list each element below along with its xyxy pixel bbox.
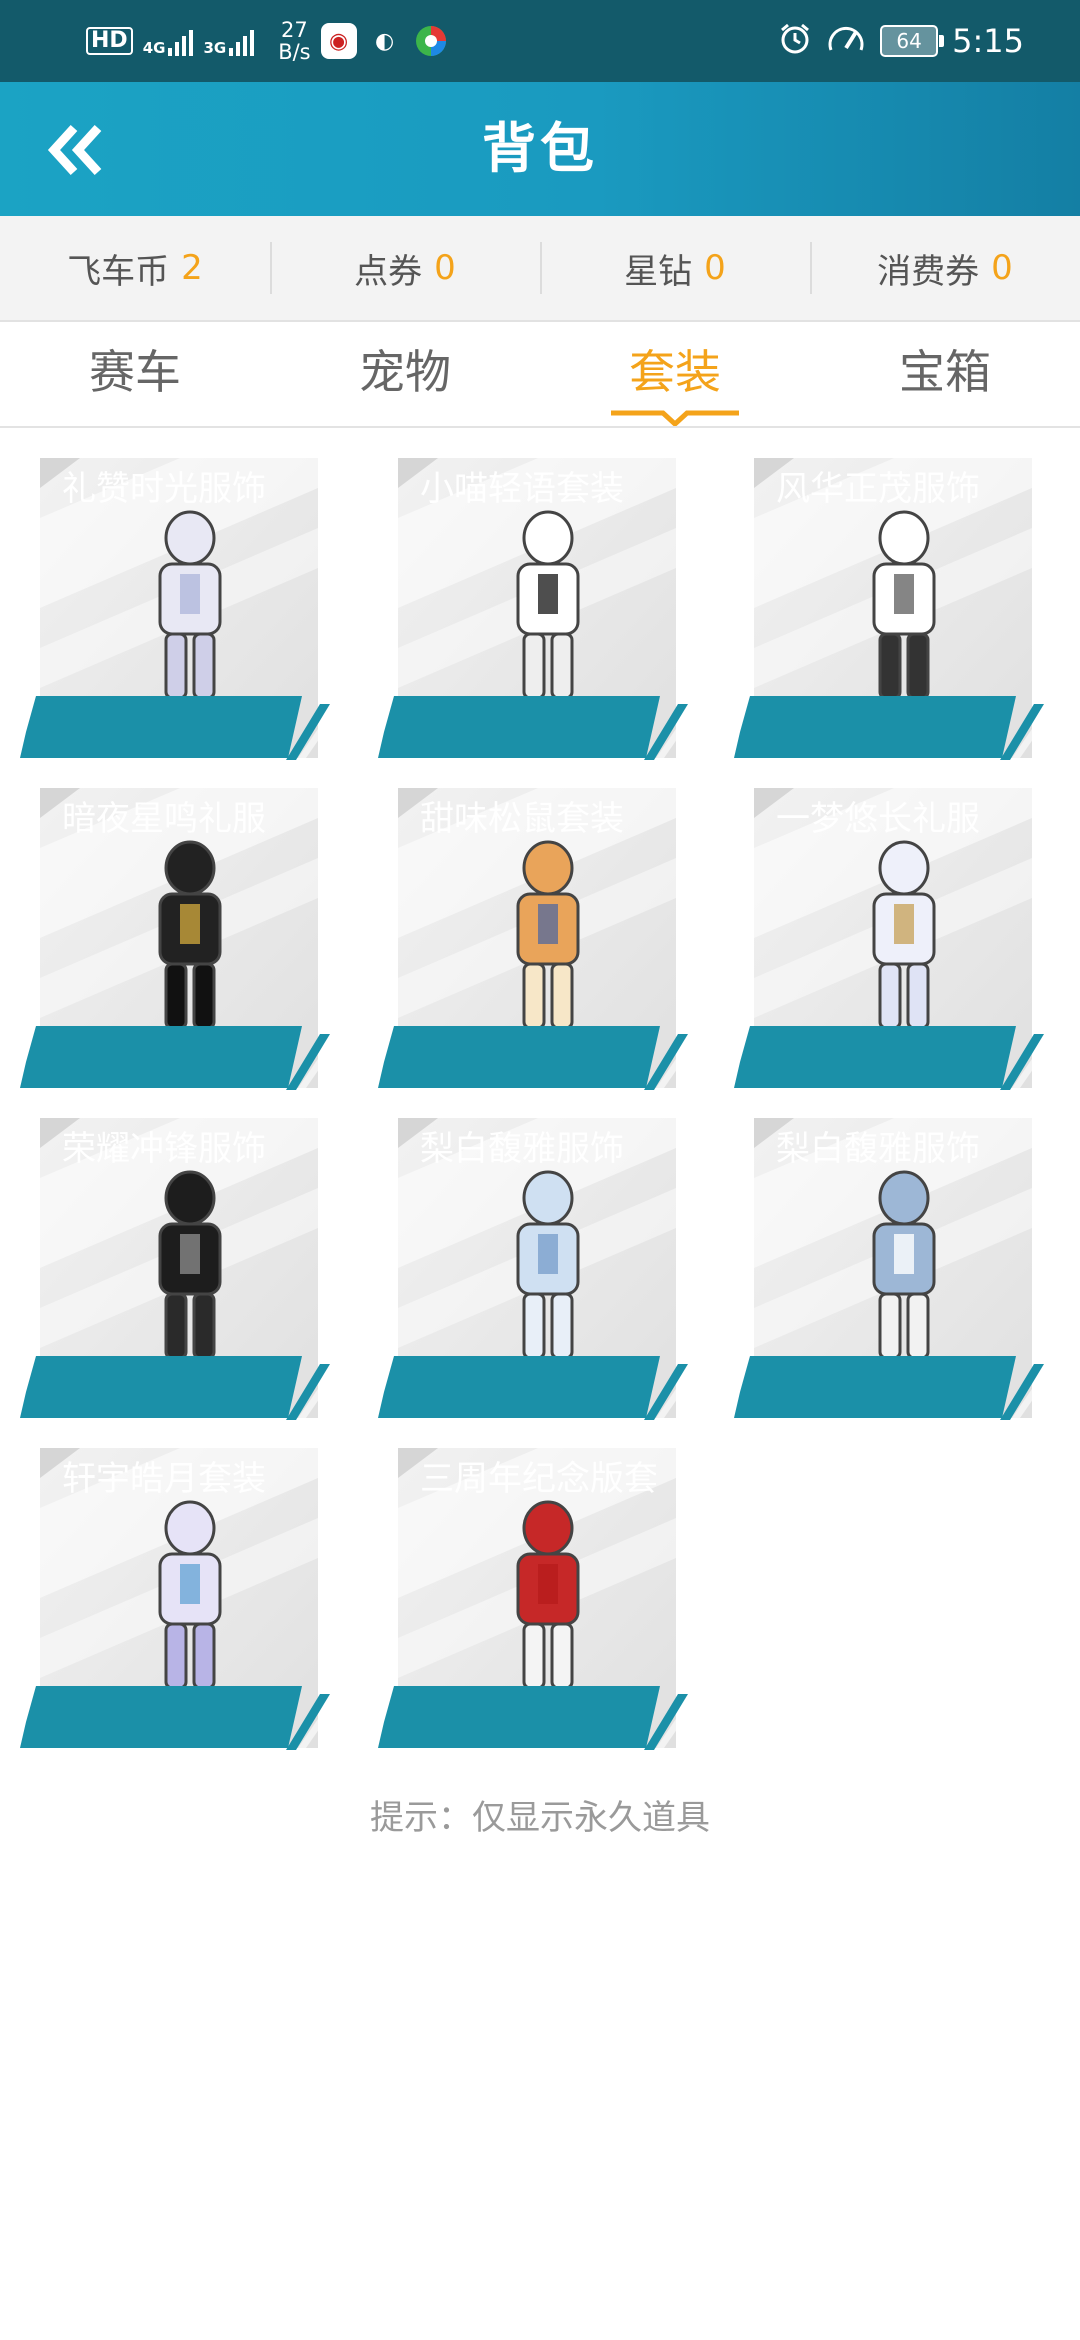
outfit-name: 梨白馥雅服饰 xyxy=(776,1129,980,1169)
outfit-image xyxy=(158,1500,222,1690)
alarm-icon xyxy=(778,22,812,60)
outfit-name: 轩宇皓月套装 xyxy=(62,1459,266,1499)
currency-consumption-voucher: 消费券 0 xyxy=(810,216,1080,320)
signal-4g-icon: 4G xyxy=(143,26,194,56)
outfit-card[interactable]: 暗夜星鸣礼服 xyxy=(20,788,330,1098)
outfit-card[interactable]: 荣耀冲锋服饰 xyxy=(20,1118,330,1428)
status-bar: HD 4G 3G 27 B/s ◉ ◐ 64 5:15 xyxy=(0,0,1080,82)
clock-time: 5:15 xyxy=(952,22,1024,60)
label-banner xyxy=(20,1686,330,1750)
outfit-image xyxy=(872,510,936,700)
outfit-image xyxy=(158,510,222,700)
tab-pets[interactable]: 宠物 xyxy=(270,322,540,426)
outfit-image xyxy=(516,510,580,700)
hd-icon: HD xyxy=(86,27,133,55)
outfit-card[interactable]: 风华正茂服饰 xyxy=(734,458,1044,768)
app-icon xyxy=(413,23,449,59)
app-notification-icon: ◉ xyxy=(320,23,357,59)
tab-cars[interactable]: 赛车 xyxy=(0,322,270,426)
currency-coupon: 点券 0 xyxy=(270,216,540,320)
outfit-card[interactable]: 梨白馥雅服饰 xyxy=(734,1118,1044,1428)
outfit-card[interactable]: 一梦悠长礼服 xyxy=(734,788,1044,1098)
currency-feiche-coin: 飞车币 2 xyxy=(67,248,203,292)
outfit-image xyxy=(872,1170,936,1360)
page-title: 背包 xyxy=(482,117,598,180)
speedometer-icon xyxy=(826,22,866,60)
outfit-name: 一梦悠长礼服 xyxy=(776,799,980,839)
globe-icon: ◐ xyxy=(375,28,395,54)
outfit-card[interactable]: 梨白馥雅服饰 xyxy=(378,1118,688,1428)
network-speed: 27 B/s xyxy=(278,18,311,64)
hint-text: 提示：仅显示永久道具 xyxy=(370,1798,710,1838)
battery-icon: 64 xyxy=(880,25,945,57)
label-banner xyxy=(378,1356,688,1420)
label-banner xyxy=(378,696,688,760)
outfit-name: 梨白馥雅服饰 xyxy=(420,1129,624,1169)
outfit-image xyxy=(158,840,222,1030)
outfit-name: 三周年纪念版套装 xyxy=(420,1459,656,1499)
outfit-image xyxy=(516,840,580,1030)
outfit-image xyxy=(516,1170,580,1360)
label-banner xyxy=(734,1356,1044,1420)
label-banner xyxy=(20,696,330,760)
outfit-card[interactable]: 礼赞时光服饰 xyxy=(20,458,330,768)
outfit-name: 甜味松鼠套装 xyxy=(420,799,624,839)
currency-star-diamond: 星钻 0 xyxy=(540,216,810,320)
outfit-image xyxy=(158,1170,222,1360)
outfit-card[interactable]: 甜味松鼠套装 xyxy=(378,788,688,1098)
signal-3g-icon: 3G xyxy=(203,26,255,56)
outfit-name: 礼赞时光服饰 xyxy=(62,469,266,509)
tab-chests[interactable]: 宝箱 xyxy=(810,322,1080,426)
outfit-card[interactable]: 轩宇皓月套装 xyxy=(20,1448,330,1758)
label-banner xyxy=(378,1026,688,1090)
currency-bar: 飞车币 2 点券 0 星钻 0 消费券 0 xyxy=(0,216,1080,322)
label-banner xyxy=(734,1026,1044,1090)
tab-outfits[interactable]: 套装 xyxy=(540,322,810,426)
label-banner xyxy=(20,1026,330,1090)
outfit-name: 小喵轻语套装 xyxy=(420,469,624,509)
outfit-card[interactable]: 三周年纪念版套装 xyxy=(378,1448,688,1758)
app-header: 背包 xyxy=(0,82,1080,216)
outfit-image xyxy=(516,1500,580,1690)
label-banner xyxy=(378,1686,688,1750)
category-tabs: 赛车 宠物 套装 宝箱 xyxy=(0,322,1080,428)
outfit-image xyxy=(872,840,936,1030)
outfit-card[interactable]: 小喵轻语套装 xyxy=(378,458,688,768)
label-banner xyxy=(20,1356,330,1420)
outfit-name: 风华正茂服饰 xyxy=(776,469,980,509)
outfit-name: 荣耀冲锋服饰 xyxy=(62,1129,266,1169)
label-banner xyxy=(734,696,1044,760)
active-tab-indicator xyxy=(611,410,739,426)
outfit-name: 暗夜星鸣礼服 xyxy=(62,799,266,839)
